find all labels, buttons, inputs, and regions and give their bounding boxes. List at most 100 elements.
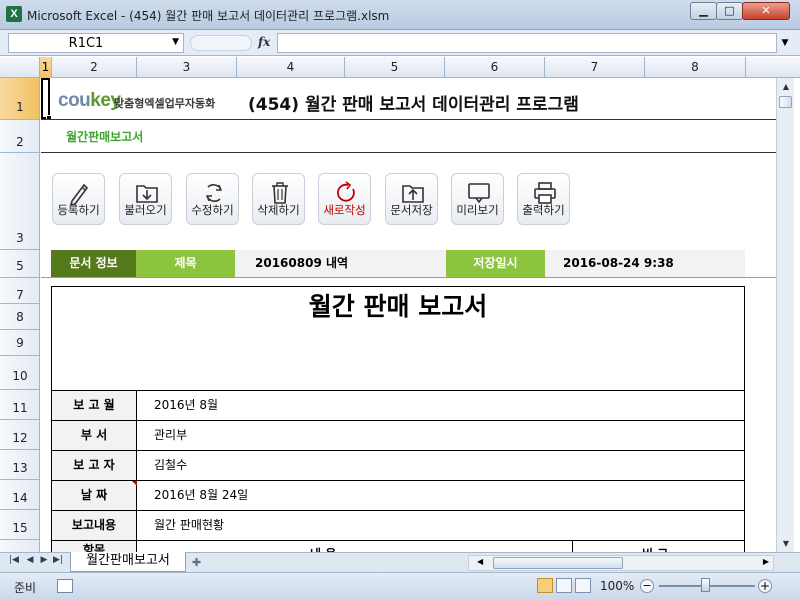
chevron-down-icon[interactable]: ▼: [172, 37, 179, 47]
zoom-in-icon[interactable]: +: [758, 579, 772, 593]
field-value[interactable]: 관리부: [154, 421, 187, 450]
excel-icon: X: [6, 6, 22, 22]
vertical-scroll-thumb[interactable]: [779, 96, 792, 108]
row-header[interactable]: 7: [0, 278, 39, 304]
field-label: 보 고 자: [52, 451, 137, 480]
insert-function-icon[interactable]: fx: [258, 35, 270, 49]
title-bar: X Microsoft Excel - (454) 월간 판매 보고서 데이터관…: [0, 0, 800, 30]
report-field-row: 보고내용 월간 판매현황: [52, 511, 744, 541]
row-header[interactable]: 16: [0, 540, 39, 552]
items-label: 항목: [52, 541, 137, 552]
scroll-left-icon[interactable]: ◀: [477, 557, 483, 566]
field-label: 보 고 월: [52, 391, 137, 420]
column-header[interactable]: 3: [137, 57, 237, 78]
print-label: 출력하기: [522, 203, 565, 217]
formula-expand-icon[interactable]: ▼: [778, 33, 792, 53]
field-value[interactable]: 월간 판매현황: [154, 511, 224, 540]
select-all-button[interactable]: [0, 57, 40, 78]
delete-button[interactable]: 삭제하기: [252, 173, 305, 225]
scroll-up-icon[interactable]: ▲: [778, 78, 794, 95]
row-header[interactable]: 10: [0, 356, 39, 390]
prev-sheet-icon[interactable]: ◀: [24, 555, 36, 565]
name-box[interactable]: R1C1 ▼: [8, 33, 184, 53]
zoom-slider-thumb[interactable]: [701, 578, 710, 592]
page-break-view-button[interactable]: [575, 578, 591, 593]
sheet-tab-bar: |◀ ◀ ▶ ▶| 월간판매보고서 ✚ ◀ ▶: [0, 552, 800, 572]
first-sheet-icon[interactable]: |◀: [8, 555, 20, 565]
close-icon: ✕: [761, 4, 771, 17]
zoom-out-icon[interactable]: −: [640, 579, 654, 593]
content-header: 내 용: [310, 545, 336, 552]
saved-at-value[interactable]: 2016-08-24 9:38: [563, 250, 674, 277]
edit-label: 수정하기: [191, 203, 234, 217]
divider: [41, 119, 776, 120]
column-header[interactable]: 1: [40, 57, 52, 78]
scroll-down-icon[interactable]: ▼: [778, 535, 794, 552]
load-button[interactable]: 불러오기: [119, 173, 172, 225]
fill-handle[interactable]: [46, 115, 52, 121]
horizontal-scroll-thumb[interactable]: [493, 557, 623, 569]
field-value[interactable]: 김철수: [154, 451, 187, 480]
preview-button[interactable]: 미리보기: [451, 173, 504, 225]
insert-sheet-icon[interactable]: ✚: [192, 556, 210, 570]
row-header[interactable]: 2: [0, 120, 39, 153]
row-headers: 1 2 3 5 7 8 9 10 11 12 13 14 15 16: [0, 78, 40, 552]
maximize-button[interactable]: □: [716, 2, 743, 20]
report-items-header: 항목 내 용 비 고: [52, 541, 744, 552]
column-header[interactable]: 5: [345, 57, 445, 78]
row-header[interactable]: 14: [0, 480, 39, 510]
row-header[interactable]: 8: [0, 304, 39, 330]
subject-value[interactable]: 20160809 내역: [255, 250, 348, 277]
vertical-scrollbar[interactable]: ▲ ▼: [776, 78, 794, 552]
saved-at-label: 저장일시: [446, 250, 545, 277]
column-headers: 1 2 3 4 5 6 7 8: [0, 57, 800, 78]
row-header[interactable]: 1: [0, 78, 39, 120]
field-value[interactable]: 2016년 8월: [154, 391, 218, 420]
minimize-icon: ▁: [699, 4, 708, 17]
sheet-tab[interactable]: 월간판매보고서: [70, 552, 186, 572]
register-button[interactable]: 등록하기: [52, 173, 105, 225]
divider: [41, 277, 776, 278]
comment-indicator[interactable]: [132, 481, 137, 486]
field-value[interactable]: 2016년 8월 24일: [154, 481, 248, 510]
scroll-right-icon[interactable]: ▶: [763, 557, 769, 566]
formula-controls: [190, 35, 252, 51]
divider: [41, 152, 776, 153]
active-cell[interactable]: [41, 78, 50, 119]
name-box-value: R1C1: [68, 36, 104, 51]
formula-input[interactable]: [277, 33, 777, 53]
column-header[interactable]: 8: [645, 57, 746, 78]
row-header[interactable]: 11: [0, 390, 39, 420]
column-header[interactable]: 2: [52, 57, 137, 78]
macro-record-icon[interactable]: [57, 579, 73, 593]
field-label: 날 짜: [52, 481, 137, 510]
delete-label: 삭제하기: [257, 203, 300, 217]
minimize-button[interactable]: ▁: [690, 2, 717, 20]
save-button[interactable]: 문서저장: [385, 173, 438, 225]
row-header[interactable]: 13: [0, 450, 39, 480]
remarks-header: 비 고: [642, 545, 668, 552]
column-header[interactable]: 7: [545, 57, 645, 78]
normal-view-button[interactable]: [537, 578, 553, 593]
new-button[interactable]: 새로작성: [318, 173, 371, 225]
print-button[interactable]: 출력하기: [517, 173, 570, 225]
horizontal-scrollbar[interactable]: ◀ ▶: [468, 555, 774, 571]
edit-button[interactable]: 수정하기: [186, 173, 239, 225]
maximize-icon: □: [724, 4, 735, 17]
row-header[interactable]: 3: [0, 153, 39, 250]
document-info-bar: 문서 정보 제목 20160809 내역 저장일시 2016-08-24 9:3…: [51, 250, 745, 277]
close-button[interactable]: ✕: [742, 2, 790, 20]
column-header[interactable]: 6: [445, 57, 545, 78]
row-header[interactable]: 15: [0, 510, 39, 540]
zoom-level[interactable]: 100%: [600, 579, 634, 593]
row-header[interactable]: 12: [0, 420, 39, 450]
load-label: 불러오기: [124, 203, 167, 217]
row-header[interactable]: 5: [0, 250, 39, 278]
row-header[interactable]: 9: [0, 330, 39, 356]
page-layout-view-button[interactable]: [556, 578, 572, 593]
save-label: 문서저장: [390, 203, 433, 217]
last-sheet-icon[interactable]: ▶|: [52, 555, 64, 565]
column-header[interactable]: 4: [237, 57, 345, 78]
next-sheet-icon[interactable]: ▶: [38, 555, 50, 565]
worksheet[interactable]: coukey 맞춤형엑셀업무자동화 (454) 월간 판매 보고서 데이터관리 …: [41, 78, 776, 552]
